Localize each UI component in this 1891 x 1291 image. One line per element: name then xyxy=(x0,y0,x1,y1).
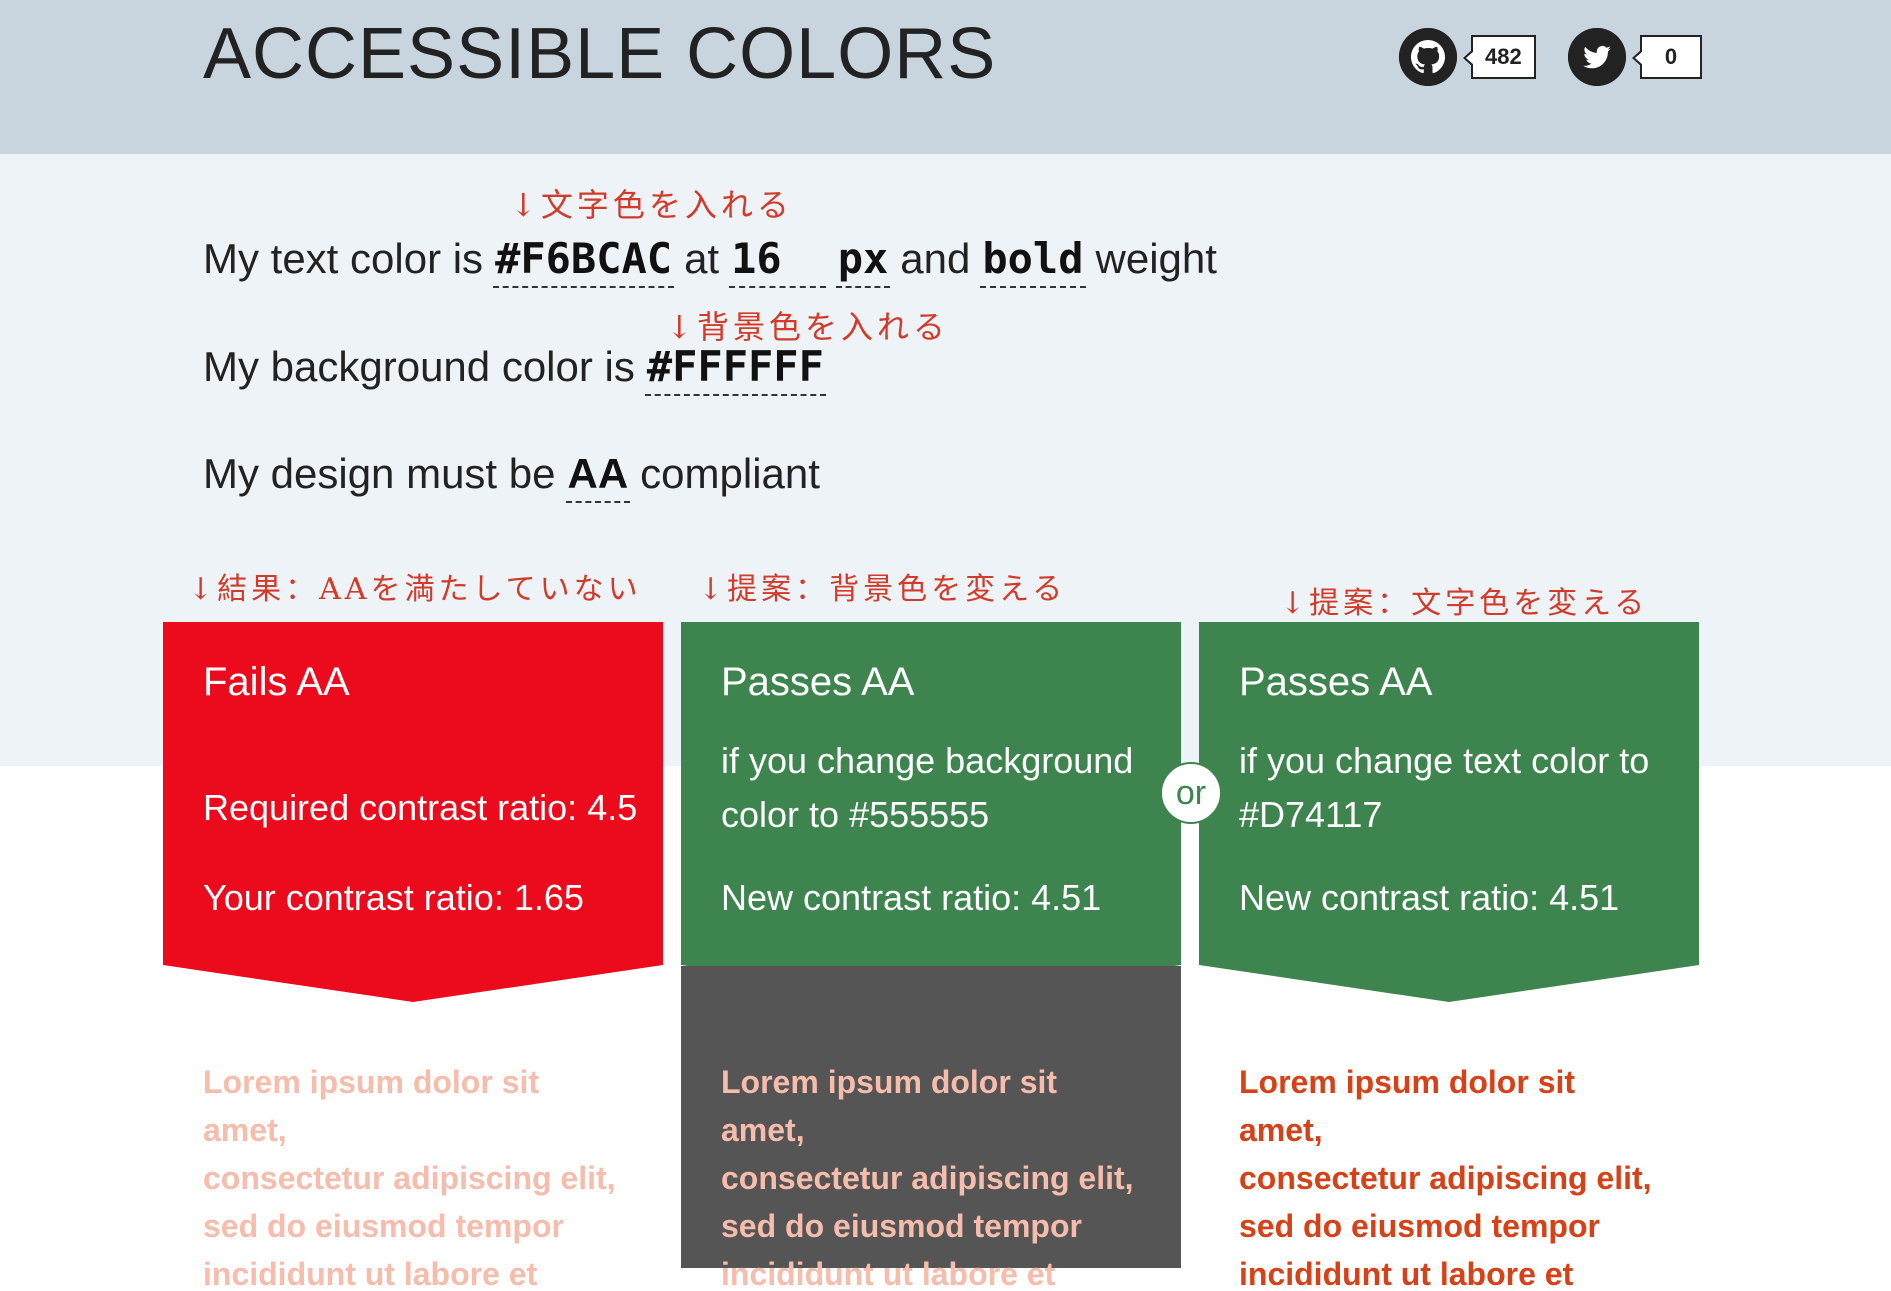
preview-fail: Lorem ipsum dolor sit amet, consectetur … xyxy=(163,1036,663,1291)
compliance-sentence: My design must be AA compliant xyxy=(203,450,820,503)
suggestion-text-2: #D74117 xyxy=(1239,794,1383,835)
github-widget[interactable]: 482 xyxy=(1399,28,1536,86)
preview-line: sed do eiusmod tempor xyxy=(1239,1208,1600,1244)
preview-line: consectetur adipiscing elit, xyxy=(1239,1160,1652,1196)
suggestion-text-1: if you change text color to xyxy=(1239,740,1650,781)
label-design-must-be: My design must be xyxy=(203,450,556,497)
annotation-suggest-text: ↓提案：文字色を変える xyxy=(1280,586,1649,621)
label-text-color: My text color is xyxy=(203,235,484,282)
bg-color-sentence: My background color is #FFFFFF xyxy=(203,342,836,396)
preview-line: sed do eiusmod tempor xyxy=(721,1208,1082,1244)
app-title: ACCESSIBLE COLORS xyxy=(203,14,997,94)
header-bar: ACCESSIBLE COLORS 482 0 xyxy=(0,0,1891,154)
bg-color-input[interactable]: #FFFFFF xyxy=(644,342,826,396)
preview-line: Lorem ipsum dolor sit amet, xyxy=(203,1064,540,1148)
card-title: Passes AA xyxy=(1239,660,1433,704)
compliance-level-select[interactable]: AA xyxy=(565,450,631,503)
suggestion-text-1: if you change background xyxy=(721,740,1134,781)
preview-line: sed do eiusmod tempor xyxy=(203,1208,564,1244)
preview-line: incididunt ut labore et dolor… xyxy=(721,1256,1056,1291)
preview-line: consectetur adipiscing elit, xyxy=(203,1160,616,1196)
suggestion-text-2: color to #555555 xyxy=(721,794,990,835)
annotation-text-color: ↓文字色を入れる xyxy=(510,186,793,224)
card-title: Fails AA xyxy=(203,660,350,704)
preview-line: incididunt ut labore et dolor… xyxy=(203,1256,538,1291)
annotation-result: ↓結果：AAを満たしていない xyxy=(188,572,642,607)
label-and: and xyxy=(900,235,971,282)
label-compliant: compliant xyxy=(640,450,820,497)
suggestion-card-text: Passes AA if you change text color to #D… xyxy=(1199,622,1699,1002)
card-title: Passes AA xyxy=(721,660,915,704)
text-color-input[interactable]: #F6BCAC xyxy=(493,234,675,288)
text-color-sentence: My text color is #F6BCAC at 16 px and bo… xyxy=(203,234,1217,288)
new-ratio: New contrast ratio: 4.51 xyxy=(1239,877,1620,918)
label-weight: weight xyxy=(1095,235,1217,282)
preview-line: consectetur adipiscing elit, xyxy=(721,1160,1134,1196)
font-weight-select[interactable]: bold xyxy=(980,234,1086,288)
preview-line: Lorem ipsum dolor sit amet, xyxy=(1239,1064,1576,1148)
suggestion-card-background: Passes AA if you change background color… xyxy=(681,622,1181,1002)
required-ratio: Required contrast ratio: 4.5 xyxy=(203,787,638,828)
font-size-unit-select[interactable]: px xyxy=(835,234,891,288)
github-icon[interactable] xyxy=(1399,28,1457,86)
label-bg-color: My background color is xyxy=(203,343,635,390)
your-ratio: Your contrast ratio: 1.65 xyxy=(203,877,584,918)
twitter-share-count[interactable]: 0 xyxy=(1632,35,1702,79)
preview-line: Lorem ipsum dolor sit amet, xyxy=(721,1064,1058,1148)
preview-pass-background: Lorem ipsum dolor sit amet, consectetur … xyxy=(681,966,1181,1291)
twitter-icon[interactable] xyxy=(1568,28,1626,86)
preview-line: incididunt ut labore et dolor… xyxy=(1239,1256,1574,1291)
annotation-suggest-bg: ↓提案：背景色を変える xyxy=(698,572,1067,607)
github-star-count[interactable]: 482 xyxy=(1463,35,1536,79)
font-size-input[interactable]: 16 xyxy=(729,234,826,288)
or-badge: or xyxy=(1160,762,1222,824)
new-ratio: New contrast ratio: 4.51 xyxy=(721,877,1102,918)
page: ACCESSIBLE COLORS 482 0 ↓文字色を入れる My text… xyxy=(0,0,1891,1291)
preview-pass-text: Lorem ipsum dolor sit amet, consectetur … xyxy=(1199,1036,1699,1291)
result-card-fail: Fails AA Required contrast ratio: 4.5 Yo… xyxy=(163,622,663,1002)
twitter-widget[interactable]: 0 xyxy=(1568,28,1702,86)
label-at: at xyxy=(684,235,720,282)
